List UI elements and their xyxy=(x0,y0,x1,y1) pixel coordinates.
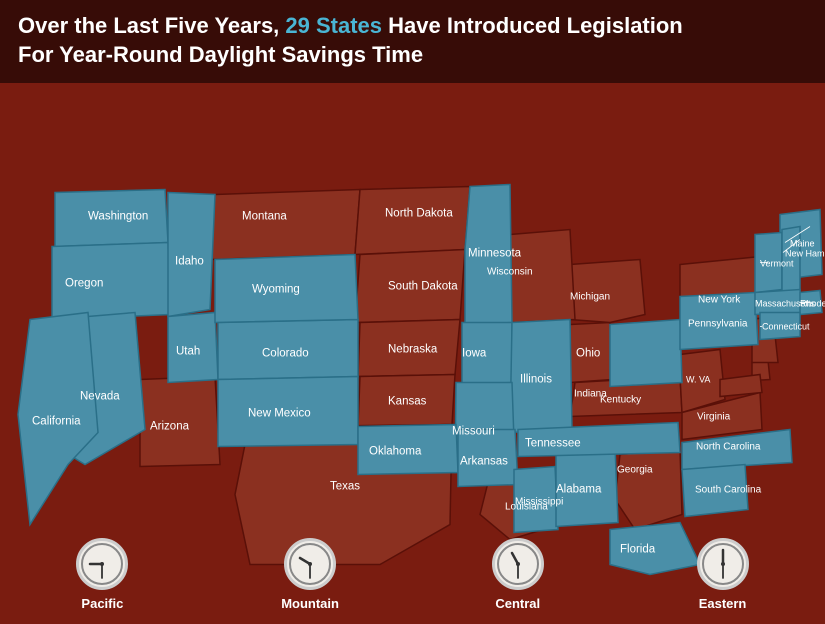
state-north-dakota xyxy=(355,187,470,255)
state-south-dakota xyxy=(355,250,465,323)
state-connecticut xyxy=(760,313,800,340)
state-arkansas xyxy=(458,430,518,487)
state-washington xyxy=(55,190,168,247)
timezone-central-label: Central xyxy=(495,596,540,611)
state-mississippi xyxy=(514,467,558,533)
timezone-mountain: Mountain xyxy=(281,538,339,611)
state-arizona xyxy=(140,377,220,467)
clock-mountain xyxy=(284,538,336,590)
state-wyoming xyxy=(215,255,358,323)
title-highlight: 29 States xyxy=(285,13,382,38)
state-illinois xyxy=(510,320,572,433)
clock-pacific xyxy=(76,538,128,590)
title-line2: For Year-Round Daylight Savings Time xyxy=(18,42,423,67)
title: Over the Last Five Years, 29 States Have… xyxy=(18,12,807,69)
timezone-eastern-label: Eastern xyxy=(699,596,747,611)
state-georgia xyxy=(615,450,682,530)
state-vermont xyxy=(755,233,782,293)
state-new-mexico xyxy=(218,377,358,447)
state-maryland xyxy=(720,375,762,397)
state-wisconsin xyxy=(510,230,575,323)
timezone-eastern: Eastern xyxy=(697,538,749,611)
state-south-carolina xyxy=(682,465,748,517)
state-new-hampshire xyxy=(782,227,800,293)
state-pennsylvania xyxy=(680,293,758,350)
header: Over the Last Five Years, 29 States Have… xyxy=(0,0,825,83)
state-nebraska xyxy=(358,320,460,377)
state-massachusetts xyxy=(755,290,802,315)
state-ohio xyxy=(610,320,682,387)
state-alabama xyxy=(556,447,618,527)
state-michigan xyxy=(570,260,645,323)
state-idaho xyxy=(168,193,215,317)
clock-mountain-svg xyxy=(288,542,332,586)
timezone-mountain-label: Mountain xyxy=(281,596,339,611)
clock-central-svg xyxy=(496,542,540,586)
state-oklahoma xyxy=(358,425,458,475)
title-suffix: Have Introduced Legislation xyxy=(382,13,683,38)
clock-eastern-svg xyxy=(701,542,745,586)
state-california xyxy=(18,313,98,525)
state-iowa xyxy=(462,323,512,385)
title-prefix: Over the Last Five Years, xyxy=(18,13,285,38)
clock-eastern xyxy=(697,538,749,590)
clock-central xyxy=(492,538,544,590)
timezone-pacific: Pacific xyxy=(76,538,128,611)
state-oregon xyxy=(52,243,170,320)
state-montana xyxy=(210,190,360,260)
state-colorado xyxy=(218,320,358,380)
clock-pacific-svg xyxy=(80,542,124,586)
timezone-central: Central xyxy=(492,538,544,611)
timezone-pacific-label: Pacific xyxy=(81,596,123,611)
state-minnesota xyxy=(465,185,512,325)
timezone-bar: Pacific Mountain C xyxy=(0,529,825,619)
state-kansas xyxy=(358,375,455,427)
state-indiana xyxy=(570,323,612,383)
state-utah xyxy=(168,313,218,383)
